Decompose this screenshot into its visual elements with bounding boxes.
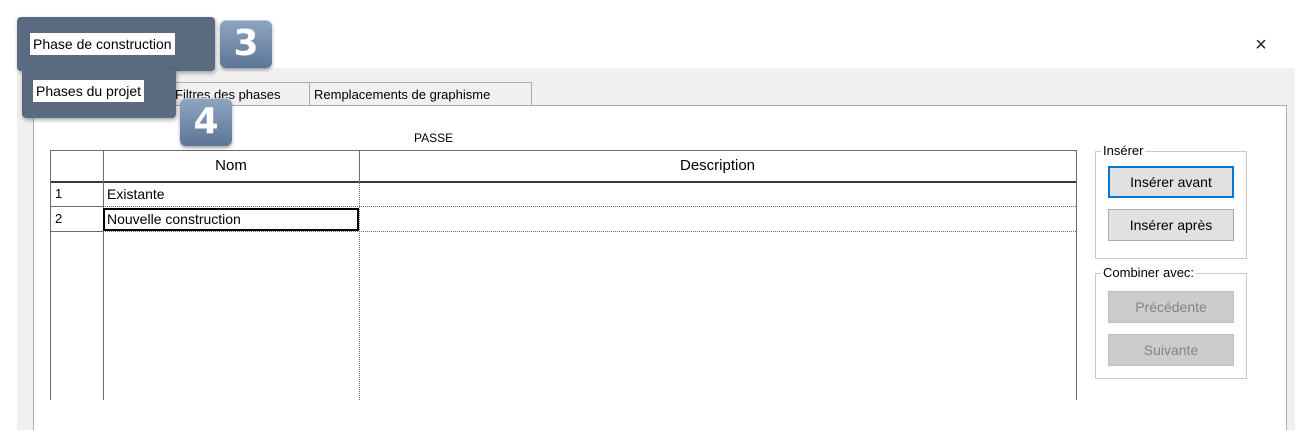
insert-after-button[interactable]: Insérer après — [1108, 209, 1234, 241]
column-divider — [359, 151, 360, 183]
column-header-description[interactable]: Description — [359, 151, 1076, 181]
row-number: 2 — [55, 211, 63, 226]
row-divider — [51, 206, 103, 207]
row-divider — [103, 231, 1076, 232]
callout-badge-3: 3 — [220, 20, 272, 68]
tab-label: Remplacements de graphisme — [314, 87, 491, 102]
insert-legend: Insérer — [1101, 143, 1146, 158]
tab-callout: Phases du projet — [22, 69, 176, 118]
selected-cell-outline — [103, 208, 359, 231]
table-header: Nom Description — [51, 151, 1076, 183]
callout-badge-4: 4 — [180, 98, 232, 146]
phases-table: Nom Description 1 Existante 2 Nouvelle c… — [50, 150, 1077, 400]
row-divider — [103, 206, 1076, 207]
tab-graphic-overrides[interactable]: Remplacements de graphisme — [309, 82, 532, 105]
table-row[interactable]: 1 Existante — [51, 183, 1076, 205]
combine-legend: Combiner avec: — [1101, 265, 1197, 280]
insert-before-button[interactable]: Insérer avant — [1108, 166, 1234, 198]
combine-previous-button[interactable]: Précédente — [1108, 291, 1234, 323]
column-divider — [103, 151, 104, 183]
phase-name-cell[interactable]: Existante — [107, 186, 165, 202]
window-title: Phase de construction — [30, 33, 175, 55]
title-callout: Phase de construction — [17, 17, 215, 71]
close-icon[interactable]: × — [1250, 34, 1272, 56]
row-divider — [51, 231, 103, 232]
row-number: 1 — [55, 186, 63, 201]
combine-next-button[interactable]: Suivante — [1108, 334, 1234, 366]
column-header-nom[interactable]: Nom — [103, 151, 359, 181]
tab-project-phases[interactable]: Phases du projet — [33, 80, 145, 102]
section-title: PASSE — [414, 131, 454, 145]
